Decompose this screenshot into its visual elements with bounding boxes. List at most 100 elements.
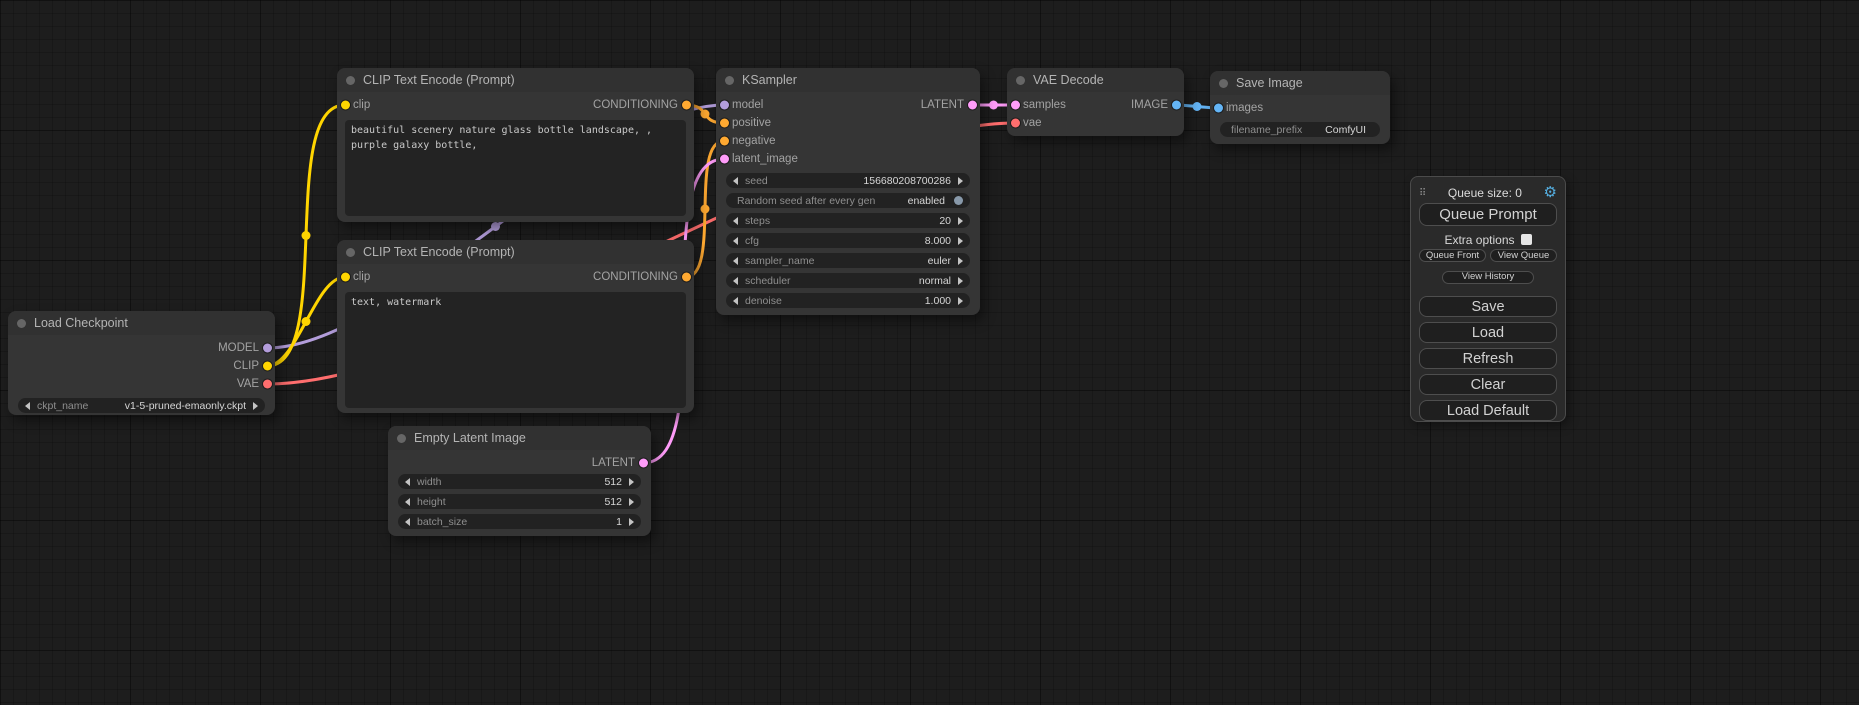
- settings-gear-icon[interactable]: ⚙: [1544, 186, 1557, 200]
- decrement-arrow-icon[interactable]: [405, 518, 410, 526]
- output-label-conditioning: CONDITIONING: [593, 271, 678, 283]
- save-button[interactable]: Save: [1419, 296, 1557, 317]
- decrement-arrow-icon[interactable]: [733, 257, 738, 265]
- increment-arrow-icon[interactable]: [958, 177, 963, 185]
- view-history-button[interactable]: View History: [1442, 271, 1534, 284]
- output-port-model[interactable]: [263, 344, 272, 353]
- decrement-arrow-icon[interactable]: [405, 498, 410, 506]
- extra-options-checkbox[interactable]: [1521, 234, 1532, 245]
- node-title-bar[interactable]: Empty Latent Image: [388, 426, 651, 450]
- output-port-clip[interactable]: [263, 362, 272, 371]
- output-port-latent[interactable]: [968, 101, 977, 110]
- input-port-images[interactable]: [1214, 104, 1223, 113]
- view-queue-button[interactable]: View Queue: [1490, 249, 1557, 262]
- output-port-image[interactable]: [1172, 101, 1181, 110]
- node-title-bar[interactable]: KSampler: [716, 68, 980, 92]
- output-port-latent[interactable]: [639, 459, 648, 468]
- increment-arrow-icon[interactable]: [629, 478, 634, 486]
- widget-name: sampler_name: [745, 255, 814, 267]
- widget-name: filename_prefix: [1231, 124, 1302, 136]
- widget-random-seed-toggle[interactable]: Random seed after every gen enabled: [726, 193, 970, 208]
- decrement-arrow-icon[interactable]: [25, 402, 30, 410]
- widget-value: 20: [939, 215, 951, 227]
- node-collapse-dot-icon[interactable]: [346, 248, 355, 257]
- toggle-on-icon[interactable]: [954, 196, 963, 205]
- input-port-negative[interactable]: [720, 137, 729, 146]
- input-port-vae[interactable]: [1011, 119, 1020, 128]
- input-port-clip[interactable]: [341, 101, 350, 110]
- node-title-bar[interactable]: Load Checkpoint: [8, 311, 275, 335]
- node-title-bar[interactable]: VAE Decode: [1007, 68, 1184, 92]
- queue-front-button[interactable]: Queue Front: [1419, 249, 1486, 262]
- clear-button[interactable]: Clear: [1419, 374, 1557, 395]
- node-collapse-dot-icon[interactable]: [725, 76, 734, 85]
- input-port-positive[interactable]: [720, 119, 729, 128]
- node-collapse-dot-icon[interactable]: [346, 76, 355, 85]
- node-graph-canvas[interactable]: Load Checkpoint MODEL CLIP VAE ckpt_name…: [0, 0, 1859, 705]
- increment-arrow-icon[interactable]: [253, 402, 258, 410]
- view-history-row: View History: [1419, 266, 1557, 284]
- node-vae-decode[interactable]: VAE Decode samples IMAGE vae: [1007, 68, 1184, 136]
- increment-arrow-icon[interactable]: [958, 237, 963, 245]
- widget-sampler-name[interactable]: sampler_name euler: [726, 253, 970, 268]
- node-title-bar[interactable]: Save Image: [1210, 71, 1390, 95]
- queue-prompt-button[interactable]: Queue Prompt: [1419, 203, 1557, 226]
- node-empty-latent-image[interactable]: Empty Latent Image LATENT width 512 heig…: [388, 426, 651, 536]
- widget-denoise[interactable]: denoise 1.000: [726, 293, 970, 308]
- widget-value: 8.000: [925, 235, 951, 247]
- node-load-checkpoint[interactable]: Load Checkpoint MODEL CLIP VAE ckpt_name…: [8, 311, 275, 415]
- slot-row: LATENT: [388, 454, 651, 472]
- decrement-arrow-icon[interactable]: [405, 478, 410, 486]
- node-save-image[interactable]: Save Image images filename_prefix ComfyU…: [1210, 71, 1390, 144]
- prompt-text-area[interactable]: beautiful scenery nature glass bottle la…: [345, 120, 686, 216]
- widget-ckpt-name[interactable]: ckpt_name v1-5-pruned-emaonly.ckpt: [18, 398, 265, 413]
- input-port-samples[interactable]: [1011, 101, 1020, 110]
- decrement-arrow-icon[interactable]: [733, 237, 738, 245]
- refresh-button[interactable]: Refresh: [1419, 348, 1557, 369]
- increment-arrow-icon[interactable]: [958, 257, 963, 265]
- widget-value: 1.000: [925, 295, 951, 307]
- link-clip-positive: [267, 105, 345, 366]
- node-collapse-dot-icon[interactable]: [17, 319, 26, 328]
- node-clip-text-encode-positive[interactable]: CLIP Text Encode (Prompt) clip CONDITION…: [337, 68, 694, 222]
- widget-seed[interactable]: seed 156680208700286: [726, 173, 970, 188]
- widget-height[interactable]: height 512: [398, 494, 641, 509]
- decrement-arrow-icon[interactable]: [733, 277, 738, 285]
- input-label-clip: clip: [353, 99, 370, 111]
- increment-arrow-icon[interactable]: [629, 498, 634, 506]
- load-button[interactable]: Load: [1419, 322, 1557, 343]
- increment-arrow-icon[interactable]: [629, 518, 634, 526]
- link-dot-clip-positive: [302, 231, 311, 240]
- input-port-latent-image[interactable]: [720, 155, 729, 164]
- input-label-vae: vae: [1023, 117, 1042, 129]
- slot-row: samples IMAGE: [1007, 96, 1184, 114]
- node-collapse-dot-icon[interactable]: [1016, 76, 1025, 85]
- widget-batch-size[interactable]: batch_size 1: [398, 514, 641, 529]
- node-clip-text-encode-negative[interactable]: CLIP Text Encode (Prompt) clip CONDITION…: [337, 240, 694, 413]
- decrement-arrow-icon[interactable]: [733, 177, 738, 185]
- increment-arrow-icon[interactable]: [958, 217, 963, 225]
- input-port-model[interactable]: [720, 101, 729, 110]
- decrement-arrow-icon[interactable]: [733, 217, 738, 225]
- output-port-conditioning[interactable]: [682, 101, 691, 110]
- output-port-vae[interactable]: [263, 380, 272, 389]
- input-port-clip[interactable]: [341, 273, 350, 282]
- node-title: Empty Latent Image: [414, 431, 526, 445]
- output-port-conditioning[interactable]: [682, 273, 691, 282]
- widget-filename-prefix[interactable]: filename_prefix ComfyUI: [1220, 122, 1380, 137]
- decrement-arrow-icon[interactable]: [733, 297, 738, 305]
- widget-scheduler[interactable]: scheduler normal: [726, 273, 970, 288]
- node-title-bar[interactable]: CLIP Text Encode (Prompt): [337, 68, 694, 92]
- increment-arrow-icon[interactable]: [958, 297, 963, 305]
- widget-cfg[interactable]: cfg 8.000: [726, 233, 970, 248]
- widget-steps[interactable]: steps 20: [726, 213, 970, 228]
- load-default-button[interactable]: Load Default: [1419, 400, 1557, 421]
- node-ksampler[interactable]: KSampler model LATENT positive negative …: [716, 68, 980, 315]
- widget-width[interactable]: width 512: [398, 474, 641, 489]
- drag-handle-icon[interactable]: ⠿: [1419, 188, 1426, 199]
- node-title-bar[interactable]: CLIP Text Encode (Prompt): [337, 240, 694, 264]
- node-collapse-dot-icon[interactable]: [397, 434, 406, 443]
- node-collapse-dot-icon[interactable]: [1219, 79, 1228, 88]
- prompt-text-area[interactable]: text, watermark: [345, 292, 686, 408]
- increment-arrow-icon[interactable]: [958, 277, 963, 285]
